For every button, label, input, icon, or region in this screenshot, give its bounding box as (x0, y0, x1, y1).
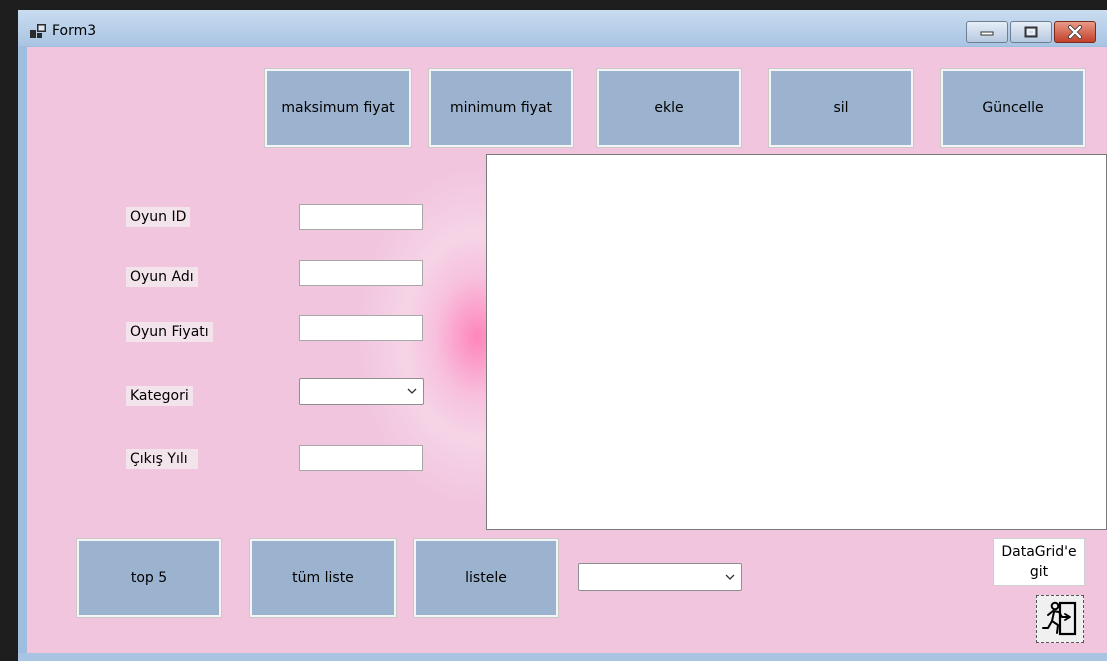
app-icon (30, 24, 46, 38)
chevron-down-icon (407, 388, 417, 394)
games-data-grid[interactable] (486, 154, 1107, 530)
form-client-area: maksimum fiyat minimum fiyat ekle sil Gü… (27, 47, 1107, 653)
delete-button[interactable]: sil (768, 68, 914, 148)
category-label: Kategori (126, 386, 193, 406)
close-button[interactable] (1054, 21, 1096, 43)
chevron-down-icon (725, 574, 735, 580)
category-dropdown[interactable] (299, 378, 424, 405)
minimize-button[interactable] (966, 21, 1008, 43)
maximize-icon (1024, 26, 1038, 38)
exit-running-person-icon (1042, 601, 1077, 636)
form3-window: Form3 maksimum fiyat minimum fiyat ekle … (18, 10, 1107, 661)
game-id-label: Oyun ID (126, 207, 191, 227)
close-icon (1068, 25, 1082, 39)
game-id-input[interactable] (299, 204, 423, 230)
add-button[interactable]: ekle (596, 68, 742, 148)
max-price-button[interactable]: maksimum fiyat (264, 68, 412, 148)
game-price-input[interactable] (299, 315, 423, 341)
window-title: Form3 (52, 23, 97, 39)
game-name-label: Oyun Adı (126, 267, 198, 287)
filter-dropdown[interactable] (578, 563, 742, 591)
maximize-button[interactable] (1010, 21, 1052, 43)
minimize-icon (980, 31, 994, 36)
list-button[interactable]: listele (413, 538, 559, 618)
exit-button[interactable] (1036, 595, 1084, 643)
game-price-label: Oyun Fiyatı (126, 322, 213, 342)
all-list-button[interactable]: tüm liste (249, 538, 397, 618)
update-button[interactable]: Güncelle (940, 68, 1086, 148)
window-bottom-border (18, 653, 1107, 661)
go-to-datagrid-button[interactable]: DataGrid'e git (993, 538, 1085, 586)
release-year-label: Çıkış Yılı (126, 449, 198, 469)
release-year-input[interactable] (299, 445, 423, 471)
go-to-datagrid-line2: git (1029, 564, 1049, 580)
game-name-input[interactable] (299, 260, 423, 286)
go-to-datagrid-line1: DataGrid'e (1001, 544, 1077, 560)
min-price-button[interactable]: minimum fiyat (428, 68, 574, 148)
top5-button[interactable]: top 5 (76, 538, 222, 618)
title-bar[interactable]: Form3 (18, 10, 1107, 46)
